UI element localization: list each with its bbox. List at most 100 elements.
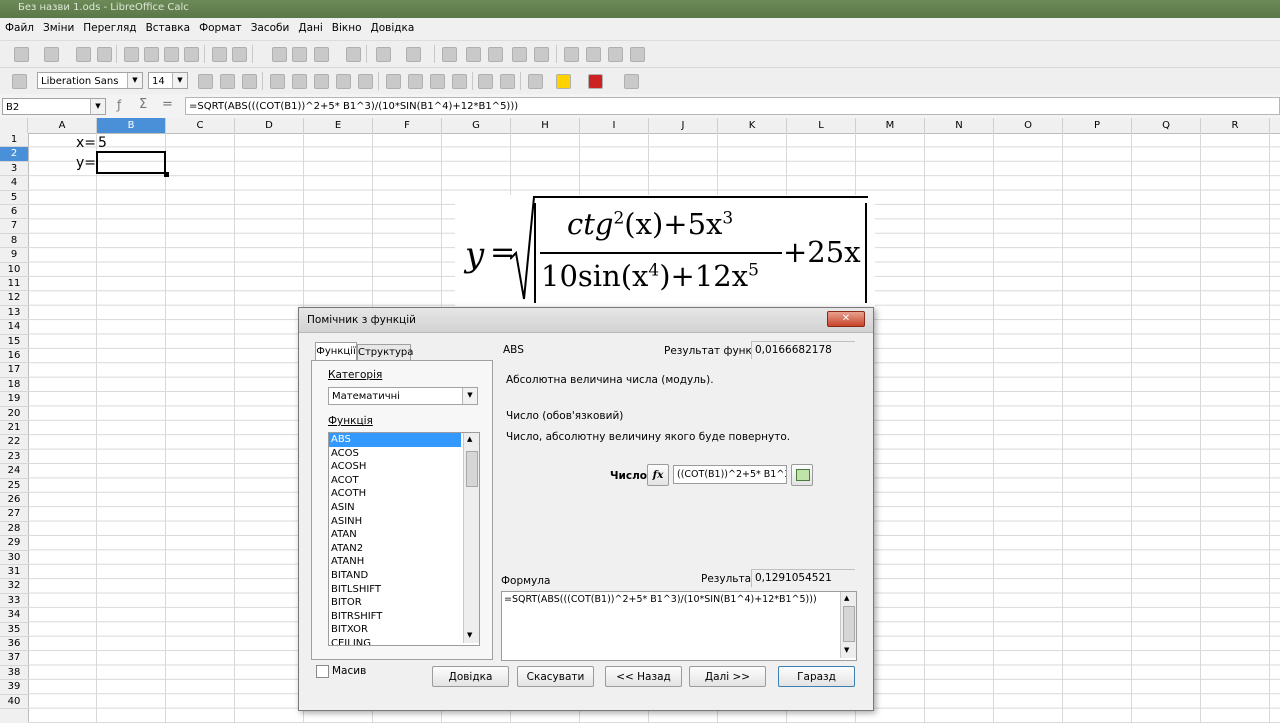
print-icon[interactable]	[164, 47, 179, 62]
align-right-icon[interactable]	[314, 74, 329, 89]
underline-icon[interactable]	[242, 74, 257, 89]
row-header-32[interactable]: 32	[0, 579, 28, 594]
row-header-1[interactable]: 1	[0, 133, 28, 148]
clone-format-icon[interactable]	[346, 47, 361, 62]
function-list-item[interactable]: ATANH	[329, 555, 461, 569]
menu-view[interactable]: Перегляд	[78, 18, 140, 34]
row-header-22[interactable]: 22	[0, 435, 28, 450]
function-list-item[interactable]: BITOR	[329, 596, 461, 610]
new-document-icon[interactable]	[14, 47, 29, 62]
row-header-13[interactable]: 13	[0, 306, 28, 321]
function-list-item[interactable]: BITRSHIFT	[329, 610, 461, 624]
row-header-30[interactable]: 30	[0, 551, 28, 565]
bold-icon[interactable]	[198, 74, 213, 89]
edit-file-icon[interactable]	[124, 47, 139, 62]
row-header-18[interactable]: 18	[0, 378, 28, 393]
argument-input[interactable]: ((COT(B1))^2+5* B1^3)/	[673, 465, 787, 484]
formula-editor-text[interactable]: =SQRT(ABS(((COT(B1))^2+5* B1^3)/(10*SIN(…	[504, 594, 817, 605]
close-icon[interactable]: ✕	[827, 311, 865, 327]
row-header-25[interactable]: 25	[0, 479, 28, 493]
back-button[interactable]: << Назад	[605, 666, 682, 687]
formula-input[interactable]: =SQRT(ABS(((COT(B1))^2+5* B1^3)/(10*SIN(…	[185, 97, 1280, 115]
formula-icon[interactable]: =	[162, 97, 173, 112]
cancel-button[interactable]: Скасувати	[517, 666, 594, 687]
cut-icon[interactable]	[272, 47, 287, 62]
column-header-r[interactable]: R	[1201, 118, 1270, 133]
row-header-29[interactable]: 29	[0, 536, 28, 551]
select-all-corner[interactable]	[0, 118, 28, 133]
insert-image-icon[interactable]	[534, 47, 549, 62]
hyperlink-icon[interactable]	[442, 47, 457, 62]
pivot-table-icon[interactable]	[586, 47, 601, 62]
row-header-11[interactable]: 11	[0, 277, 28, 292]
category-select[interactable]: Математичні ▼	[328, 387, 478, 405]
row-header-17[interactable]: 17	[0, 363, 28, 378]
menu-file[interactable]: Файл	[0, 18, 38, 34]
array-checkbox[interactable]	[316, 665, 329, 678]
cell-b1[interactable]: 5	[98, 134, 107, 152]
function-list[interactable]: ABS ACOS ACOSH ACOT ACOTH ASIN ASINH ATAN ATAN2 A…	[328, 432, 480, 646]
sort-ascending-icon[interactable]	[466, 47, 481, 62]
scroll-up-icon[interactable]: ▲	[844, 594, 849, 602]
function-list-item[interactable]: ACOT	[329, 474, 461, 488]
menu-format[interactable]: Формат	[194, 18, 246, 34]
special-character-icon[interactable]	[608, 47, 623, 62]
row-header-15[interactable]: 15	[0, 335, 28, 349]
function-list-item[interactable]: ASINH	[329, 515, 461, 529]
chevron-down-icon[interactable]: ▼	[90, 99, 105, 114]
scrollbar-thumb[interactable]	[466, 451, 478, 487]
menu-tools[interactable]: Засоби	[246, 18, 294, 34]
scrollbar-thumb[interactable]	[843, 606, 855, 642]
number-format-icon[interactable]	[430, 74, 445, 89]
menu-help[interactable]: Довідка	[366, 18, 419, 34]
next-button[interactable]: Далі >>	[689, 666, 766, 687]
sum-icon[interactable]: Σ	[139, 97, 147, 112]
styles-icon[interactable]	[12, 74, 27, 89]
scroll-up-icon[interactable]: ▲	[467, 435, 472, 443]
font-color-icon[interactable]	[588, 74, 603, 89]
function-list-item[interactable]: BITAND	[329, 569, 461, 583]
row-header-20[interactable]: 20	[0, 407, 28, 421]
paste-icon[interactable]	[314, 47, 329, 62]
menu-insert[interactable]: Вставка	[141, 18, 195, 34]
row-header-36[interactable]: 36	[0, 637, 28, 652]
borders-icon[interactable]	[528, 74, 543, 89]
row-header-39[interactable]: 39	[0, 680, 28, 695]
insert-chart-icon[interactable]	[564, 47, 579, 62]
active-cell-b2[interactable]	[96, 151, 166, 174]
row-header-31[interactable]: 31	[0, 565, 28, 580]
row-header-28[interactable]: 28	[0, 522, 28, 537]
column-header-f[interactable]: F	[373, 118, 442, 133]
fill-handle[interactable]	[164, 172, 169, 177]
menu-window[interactable]: Вікно	[327, 18, 366, 34]
row-header-37[interactable]: 37	[0, 651, 28, 666]
shrink-button[interactable]	[791, 464, 813, 486]
column-header-q[interactable]: Q	[1132, 118, 1201, 133]
column-header-o[interactable]: O	[994, 118, 1063, 133]
function-list-item[interactable]: CEILING	[329, 637, 461, 645]
export-pdf-icon[interactable]	[144, 47, 159, 62]
row-header-7[interactable]: 7	[0, 219, 28, 234]
align-center-icon[interactable]	[292, 74, 307, 89]
merge-cells-icon[interactable]	[358, 74, 373, 89]
column-header-h[interactable]: H	[511, 118, 580, 133]
chevron-down-icon[interactable]: ▼	[462, 388, 477, 404]
row-header-4[interactable]: 4	[0, 176, 28, 191]
row-header-24[interactable]: 24	[0, 464, 28, 479]
open-icon[interactable]	[44, 47, 59, 62]
row-header-35[interactable]: 35	[0, 623, 28, 637]
undo-icon[interactable]	[376, 47, 391, 62]
column-header-k[interactable]: K	[718, 118, 787, 133]
decrease-indent-icon[interactable]	[478, 74, 493, 89]
row-header-23[interactable]: 23	[0, 450, 28, 465]
scroll-down-icon[interactable]: ▼	[467, 631, 472, 639]
print-preview-icon[interactable]	[184, 47, 199, 62]
scroll-down-icon[interactable]: ▼	[844, 646, 849, 654]
cell-a2[interactable]: y=	[76, 154, 96, 172]
row-header-40[interactable]: 40	[0, 695, 28, 709]
justify-icon[interactable]	[336, 74, 351, 89]
row-header-10[interactable]: 10	[0, 263, 28, 277]
autocheck-icon[interactable]	[232, 47, 247, 62]
row-header-6[interactable]: 6	[0, 205, 28, 220]
column-header-m[interactable]: M	[856, 118, 925, 133]
